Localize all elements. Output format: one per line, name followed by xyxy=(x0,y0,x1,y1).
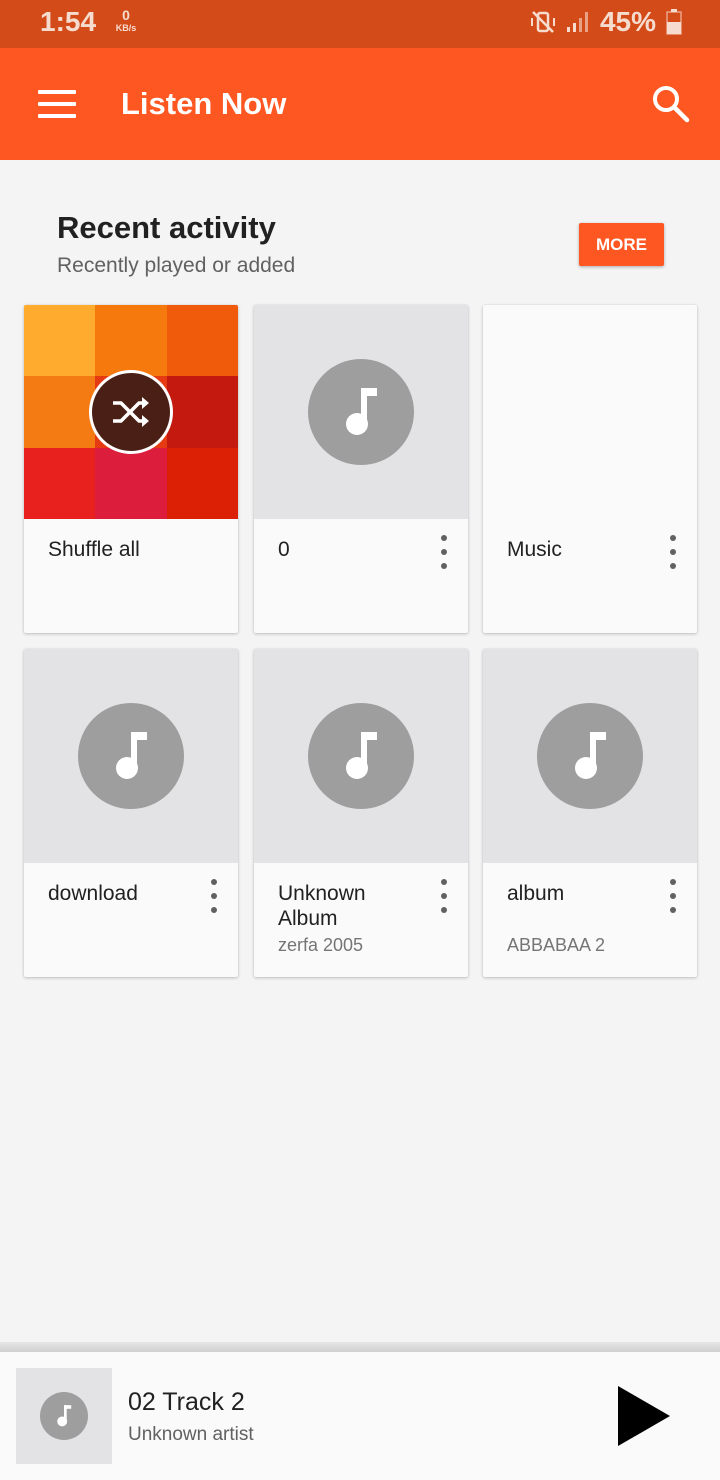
overflow-menu-icon[interactable] xyxy=(434,879,454,913)
card-title: Shuffle all xyxy=(48,538,140,561)
status-bar: 1:54 0 KB/s 45% xyxy=(0,0,720,48)
mosaic-tile xyxy=(24,447,96,519)
network-speed-value: 0 xyxy=(122,7,130,23)
network-speed-unit: KB/s xyxy=(115,23,137,33)
album-card[interactable]: album ABBABAA 2 xyxy=(483,649,697,977)
card-subtitle: zerfa 2005 xyxy=(278,935,364,955)
music-note-icon xyxy=(78,703,184,809)
battery-icon xyxy=(666,9,682,35)
now-playing-artist: Unknown artist xyxy=(128,1424,254,1445)
app-bar: Listen Now xyxy=(0,48,720,160)
album-artwork xyxy=(483,305,697,519)
status-time: 1:54 xyxy=(40,6,97,37)
now-playing-artwork xyxy=(16,1368,112,1464)
section-title: Recent activity xyxy=(57,210,276,245)
play-icon[interactable] xyxy=(614,1384,674,1448)
card-title: Unknown Album xyxy=(278,882,366,930)
mosaic-tile xyxy=(24,376,96,448)
music-note-icon xyxy=(308,703,414,809)
battery-percent: 45% xyxy=(599,6,656,37)
music-note-icon xyxy=(537,703,643,809)
search-icon[interactable] xyxy=(650,83,690,123)
album-artwork xyxy=(24,649,238,863)
now-playing-bar[interactable]: 02 Track 2 Unknown artist xyxy=(0,1352,720,1480)
section-subtitle: Recently played or added xyxy=(57,254,296,277)
album-card[interactable]: Unknown Album zerfa 2005 xyxy=(254,649,468,977)
mosaic-tile xyxy=(95,447,167,519)
album-artwork xyxy=(254,305,468,519)
card-title: download xyxy=(48,882,138,905)
status-icons: 45% xyxy=(530,6,682,38)
card-title: Music xyxy=(507,538,562,561)
card-subtitle: ABBABAA 2 xyxy=(507,935,606,955)
mosaic-tile xyxy=(166,447,238,519)
album-card[interactable]: Music xyxy=(483,305,697,633)
mosaic-tile xyxy=(166,305,238,377)
shuffle-all-card[interactable]: Shuffle all xyxy=(24,305,238,633)
music-note-icon xyxy=(40,1392,88,1440)
album-artwork xyxy=(483,649,697,863)
overflow-menu-icon[interactable] xyxy=(434,535,454,569)
more-button[interactable]: MORE xyxy=(579,223,664,266)
album-artwork xyxy=(254,649,468,863)
signal-icon xyxy=(566,12,588,32)
page-title: Listen Now xyxy=(121,86,287,121)
shuffle-artwork xyxy=(24,305,238,519)
mute-vibrate-icon xyxy=(530,11,555,33)
mosaic-tile xyxy=(24,305,96,377)
card-title: album xyxy=(507,882,565,905)
overflow-menu-icon[interactable] xyxy=(663,535,683,569)
music-note-icon xyxy=(308,359,414,465)
card-title: 0 xyxy=(278,538,290,561)
overflow-menu-icon[interactable] xyxy=(204,879,224,913)
overflow-menu-icon[interactable] xyxy=(663,879,683,913)
shuffle-icon[interactable] xyxy=(89,370,173,454)
player-divider xyxy=(0,1342,720,1352)
hamburger-menu-icon[interactable] xyxy=(38,90,76,118)
now-playing-title: 02 Track 2 xyxy=(128,1388,245,1416)
mosaic-tile xyxy=(166,376,238,448)
album-card[interactable]: download xyxy=(24,649,238,977)
network-speed: 0 KB/s xyxy=(110,7,142,34)
album-card[interactable]: 0 xyxy=(254,305,468,633)
mosaic-tile xyxy=(95,305,167,377)
